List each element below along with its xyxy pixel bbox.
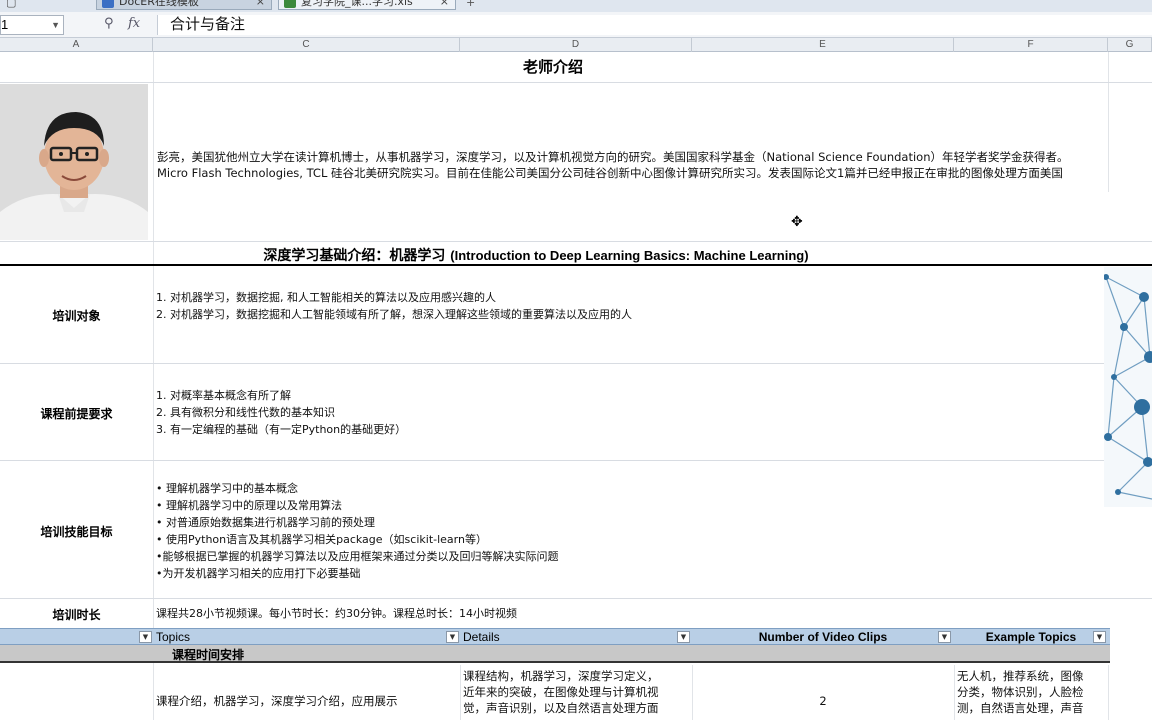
spreadsheet-grid[interactable]: 老师介绍 彭亮，美国犹他州立大学在读计算机博士，从事机器学习，深度学习，以及计算… <box>0 52 1152 720</box>
content-line: 2. 对机器学习，数据挖掘和人工智能领域有所了解，想深入理解这些领域的重要算法以… <box>156 308 632 321</box>
gridline <box>0 82 1152 83</box>
gridline <box>0 241 1152 242</box>
schedule-label: 课程时间安排 <box>172 648 245 662</box>
table-header-row: Topics ▼ Details ▼ ▼ Number of Video Cli… <box>0 628 1110 645</box>
header-topics: Topics <box>156 630 191 644</box>
section-label: 培训技能目标 <box>40 525 113 539</box>
course-title-cn: 深度学习基础介绍：机器学习 <box>263 248 446 264</box>
bio-line: 彭亮，美国犹他州立大学在读计算机博士，从事机器学习，深度学习，以及计算机视觉方向… <box>157 150 1069 164</box>
content-line: 2. 具有微积分和线性代数的基本知识 <box>156 406 335 419</box>
teacher-photo <box>0 84 148 240</box>
formula-input[interactable]: 合计与备注 <box>157 15 1152 35</box>
spreadsheet-icon <box>284 0 296 8</box>
examples-line: 分类，物体识别，人脸检 <box>957 685 1084 699</box>
content-line: 1. 对机器学习，数据挖掘, 和人工智能相关的算法以及应用感兴趣的人 <box>156 291 496 304</box>
name-box-value: 1 <box>1 17 9 32</box>
content-line: •能够根据已掌握的机器学习算法以及应用框架来通过分类以及回归等解决实际问题 <box>156 550 559 563</box>
network-illustration <box>1104 267 1152 507</box>
course-title: 深度学习基础介绍：机器学习 (Introduction to Deep Lear… <box>0 245 1072 265</box>
section-label: 课程前提要求 <box>40 407 113 421</box>
section-content: • 理解机器学习中的基本概念 • 理解机器学习中的原理以及常用算法 • 对普通原… <box>156 480 559 582</box>
gridline <box>0 598 1152 599</box>
content-line: • 理解机器学习中的基本概念 <box>156 482 298 495</box>
column-header-a[interactable]: A <box>0 38 153 52</box>
gridline <box>1108 665 1109 720</box>
examples-line: 测，自然语言处理，声音 <box>957 701 1084 715</box>
section-label: 培训时长 <box>52 608 101 622</box>
content-line: • 使用Python语言及其机器学习相关package（如scikit-lear… <box>156 533 487 546</box>
filter-dropdown-icon[interactable]: ▼ <box>446 631 459 643</box>
header-example-topics: Example Topics <box>985 630 1077 644</box>
row-examples: 无人机，推荐系统，图像 分类，物体识别，人脸检 测，自然语言处理，声音 <box>957 668 1084 716</box>
gridline <box>954 665 955 720</box>
row-topic: 课程介绍，机器学习，深度学习介绍，应用展示 <box>156 694 398 708</box>
function-icon[interactable]: fx <box>128 16 140 31</box>
chevron-down-icon[interactable]: ▼ <box>51 16 60 34</box>
teacher-bio: 彭亮，美国犹他州立大学在读计算机博士，从事机器学习，深度学习，以及计算机视觉方向… <box>157 149 1152 181</box>
docer-icon <box>102 0 114 8</box>
bio-line: Micro Flash Technologies, TCL 硅谷北美研究院实习。… <box>157 166 1063 180</box>
gridline <box>153 52 154 720</box>
content-line: •为开发机器学习相关的应用打下必要基础 <box>156 567 361 580</box>
filter-dropdown-icon[interactable]: ▼ <box>677 631 690 643</box>
row-details: 课程结构，机器学习，深度学习定义， 近年来的突破，在图像处理与计算机视 觉，声音… <box>463 668 659 716</box>
header-video-clips: Number of Video Clips <box>758 630 888 644</box>
document-tab-strip: ▢ DocER在线模板 × 复习学院_课...学习.xls × + <box>0 0 1152 12</box>
header-details: Details <box>463 630 500 644</box>
gridline <box>0 460 1152 461</box>
column-header-e[interactable]: E <box>692 38 954 52</box>
gridline <box>460 665 461 720</box>
tab-spreadsheet[interactable]: 复习学院_课...学习.xls × <box>278 0 456 10</box>
content-line: • 对普通原始数据集进行机器学习前的预处理 <box>156 516 375 529</box>
teacher-portrait <box>0 84 148 240</box>
formula-bar: 1 ▼ ⚲ fx 合计与备注 <box>0 12 1152 38</box>
section-content: 课程共28小节视频课。每小节时长：约30分钟。课程总时长：14小时视频 <box>156 605 517 622</box>
zoom-icon[interactable]: ⚲ <box>104 16 114 31</box>
content-line: • 理解机器学习中的原理以及常用算法 <box>156 499 342 512</box>
schedule-row: 课程时间安排 <box>0 645 1110 663</box>
tab-docer[interactable]: DocER在线模板 × <box>96 0 272 10</box>
column-header-c[interactable]: C <box>153 38 460 52</box>
content-line: 课程共28小节视频课。每小节时长：约30分钟。课程总时长：14小时视频 <box>156 607 517 620</box>
content-line: 3. 有一定编程的基础（有一定Python的基础更好） <box>156 423 407 436</box>
gridline <box>0 363 1152 364</box>
content-line: 1. 对概率基本概念有所了解 <box>156 389 291 402</box>
filter-dropdown-icon[interactable]: ▼ <box>139 631 152 643</box>
examples-line: 无人机，推荐系统，图像 <box>957 669 1084 683</box>
save-icon[interactable]: ▢ <box>6 0 16 9</box>
filter-dropdown-icon[interactable]: ▼ <box>938 631 951 643</box>
details-line: 近年来的突破，在图像处理与计算机视 <box>463 685 659 699</box>
column-header-d[interactable]: D <box>460 38 692 52</box>
column-headers: A C D E F G <box>0 38 1152 52</box>
move-cursor-icon: ✥ <box>791 214 803 230</box>
column-header-g[interactable]: G <box>1108 38 1152 52</box>
details-line: 觉，声音识别，以及自然语言处理方面 <box>463 701 659 715</box>
section-content: 1. 对概率基本概念有所了解 2. 具有微积分和线性代数的基本知识 3. 有一定… <box>156 387 406 438</box>
tab-docer-label: DocER在线模板 <box>119 0 199 8</box>
details-line: 课程结构，机器学习，深度学习定义， <box>463 669 659 683</box>
name-box[interactable]: 1 ▼ <box>0 15 64 35</box>
close-icon[interactable]: × <box>256 0 265 9</box>
close-icon[interactable]: × <box>440 0 449 9</box>
course-title-en: (Introduction to Deep Learning Basics: M… <box>450 248 809 263</box>
tab-spreadsheet-label: 复习学院_课...学习.xls <box>301 0 413 8</box>
section-label: 培训对象 <box>52 309 101 323</box>
column-header-f[interactable]: F <box>954 38 1108 52</box>
new-tab-button[interactable]: + <box>466 0 475 9</box>
filter-dropdown-icon[interactable]: ▼ <box>1093 631 1106 643</box>
section-content: 1. 对机器学习，数据挖掘, 和人工智能相关的算法以及应用感兴趣的人 2. 对机… <box>156 289 632 323</box>
row-clips: 2 <box>819 694 827 708</box>
teacher-title: 老师介绍 <box>522 58 583 76</box>
network-graphic <box>1104 267 1152 507</box>
